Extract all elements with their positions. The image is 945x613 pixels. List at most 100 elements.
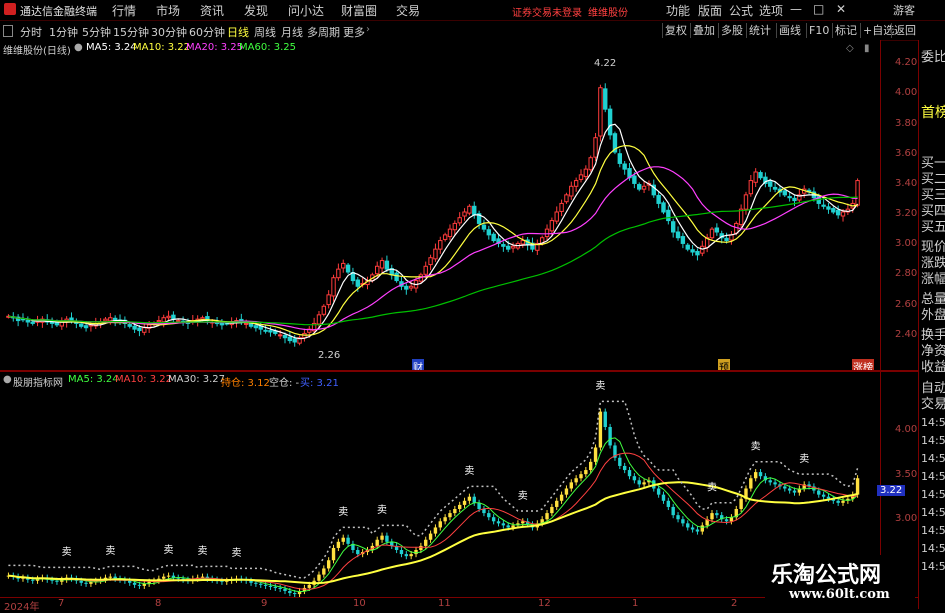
indicator-bar	[30, 579, 35, 581]
tab-30min[interactable]: 30分钟	[151, 24, 187, 40]
sell-signal: 卖	[595, 380, 605, 392]
indicator-bar	[608, 427, 612, 446]
candle-body	[792, 197, 797, 202]
menu-hangqing[interactable]: 行情	[112, 2, 136, 19]
candle-body	[394, 272, 399, 282]
tab-15min[interactable]: 15分钟	[113, 24, 149, 40]
guest-label[interactable]: 游客	[893, 2, 915, 18]
indicator-bar	[749, 478, 753, 489]
candle-body	[714, 227, 720, 233]
btn-diejia[interactable]: 叠加	[690, 23, 717, 38]
candle-body	[603, 88, 608, 110]
menu-banmian[interactable]: 版面	[698, 2, 722, 19]
menu-zixun[interactable]: 资讯	[200, 2, 224, 19]
menu-shichang[interactable]: 市场	[156, 2, 180, 19]
candle-body	[758, 172, 763, 179]
tab-rixian[interactable]: 日线	[227, 24, 249, 40]
sub-legend-hold: 持仓: 3.12	[221, 378, 270, 389]
sell-signal: 卖	[198, 545, 208, 557]
chevron-right-icon[interactable]: ›	[366, 24, 370, 35]
btn-fanhui[interactable]: 返回	[891, 23, 918, 38]
candle-body	[588, 157, 593, 171]
btn-huaxian[interactable]: 画线	[776, 23, 803, 38]
panel-label[interactable]: 委比	[921, 46, 945, 65]
menu-caifuquan[interactable]: 财富圈	[341, 2, 377, 19]
indicator-bar	[137, 584, 142, 586]
candle-body	[738, 208, 744, 226]
menu-faxian[interactable]: 发现	[244, 2, 268, 19]
candle-body	[137, 327, 142, 332]
tab-duozhouqi[interactable]: 多周期	[307, 24, 340, 40]
candle-body	[641, 185, 647, 190]
ruler-icon[interactable]	[3, 25, 13, 37]
indicator-bar	[681, 519, 685, 524]
candle-body	[520, 240, 525, 245]
diamond-icon[interactable]: ◇	[846, 43, 854, 54]
btn-fuquan[interactable]: 复权	[662, 23, 689, 38]
y-tick: 3.80	[895, 118, 918, 129]
btn-biaoji[interactable]: 标记	[832, 23, 859, 38]
candlestick-chart[interactable]	[0, 40, 880, 370]
candle-body	[559, 202, 564, 212]
candle-body	[438, 240, 443, 250]
indicator-bar	[768, 480, 772, 483]
sell-signal: 卖	[231, 547, 241, 559]
menu-gongshi[interactable]: 公式	[729, 2, 753, 19]
legend-eye-icon[interactable]: ●	[74, 42, 83, 53]
indicator-bar	[792, 490, 797, 493]
tdx-logo-icon[interactable]	[4, 3, 16, 15]
menu-xuanxiang[interactable]: 选项	[759, 2, 783, 19]
panel-toggle-icon[interactable]: ▮	[864, 43, 870, 54]
indicator-bar	[841, 500, 845, 503]
indicator-bar	[331, 547, 336, 561]
candle-body	[510, 245, 516, 249]
sub-legend-title: 股朋指标网	[13, 378, 63, 389]
panel-label[interactable]: 交易	[921, 393, 945, 412]
x-tick: 11	[438, 598, 451, 609]
candle-body	[544, 228, 550, 238]
indicator-bar	[375, 539, 379, 546]
main-chart-pane[interactable]: 维维股份(日线) ● MA5: 3.24 MA10: 3.22 MA20: 3.…	[0, 40, 880, 374]
menu-jiaoyi[interactable]: 交易	[396, 2, 420, 19]
y-tick: 3.40	[895, 178, 918, 189]
login-notice[interactable]: 证券交易未登录	[512, 4, 582, 19]
indicator-pane[interactable]: 卖卖卖卖卖卖卖卖卖卖卖卖卖 股朋指标网 ● MA5: 3.24 MA10: 3.…	[0, 372, 880, 598]
candle-body	[772, 186, 778, 190]
candle-body	[617, 153, 623, 164]
sub-eye-icon[interactable]: ●	[3, 374, 12, 385]
tab-zhouxian[interactable]: 周线	[254, 24, 276, 40]
tab-60min[interactable]: 60分钟	[189, 24, 225, 40]
y-tick: 2.40	[895, 329, 918, 340]
maximize-icon[interactable]: □	[813, 2, 824, 16]
btn-f10[interactable]: F10	[806, 23, 831, 38]
candle-body	[753, 171, 758, 183]
menu-gongneng[interactable]: 功能	[666, 2, 690, 19]
btn-tongji[interactable]: 统计	[746, 23, 773, 38]
indicator-chart[interactable]: 卖卖卖卖卖卖 卖卖卖卖卖卖卖	[0, 372, 880, 598]
panel-label[interactable]: 首榜	[921, 102, 945, 122]
menu-wenxiaoda[interactable]: 问小达	[288, 2, 324, 19]
indicator-bar	[710, 513, 714, 520]
indicator-bar	[622, 465, 627, 471]
btn-duogu[interactable]: 多股	[718, 23, 745, 38]
indicator-bar	[380, 535, 384, 540]
candle-body	[661, 202, 666, 213]
candle-body	[840, 211, 846, 217]
trade-time: 14:56	[921, 542, 945, 555]
trade-time: 14:56	[921, 560, 945, 573]
candle-body	[442, 234, 448, 240]
timeframe-toolbar: 分时 1分钟 5分钟 15分钟 30分钟 60分钟 日线 周线 月线 多周期 更…	[0, 21, 945, 41]
close-icon[interactable]: ✕	[836, 2, 846, 16]
tab-fenshi[interactable]: 分时	[20, 24, 42, 40]
tab-5min[interactable]: 5分钟	[82, 24, 111, 40]
sell-signal: 卖	[164, 544, 174, 556]
x-tick: 1	[632, 598, 639, 609]
minimize-icon[interactable]: —	[790, 2, 802, 16]
trade-time: 14:56	[921, 488, 945, 501]
candle-body	[423, 265, 428, 275]
tab-more[interactable]: 更多	[343, 24, 365, 40]
candle-body	[219, 322, 225, 326]
tab-1min[interactable]: 1分钟	[49, 24, 78, 40]
watermark-cn: 乐淘公式网	[771, 562, 882, 588]
tab-yuexian[interactable]: 月线	[281, 24, 303, 40]
